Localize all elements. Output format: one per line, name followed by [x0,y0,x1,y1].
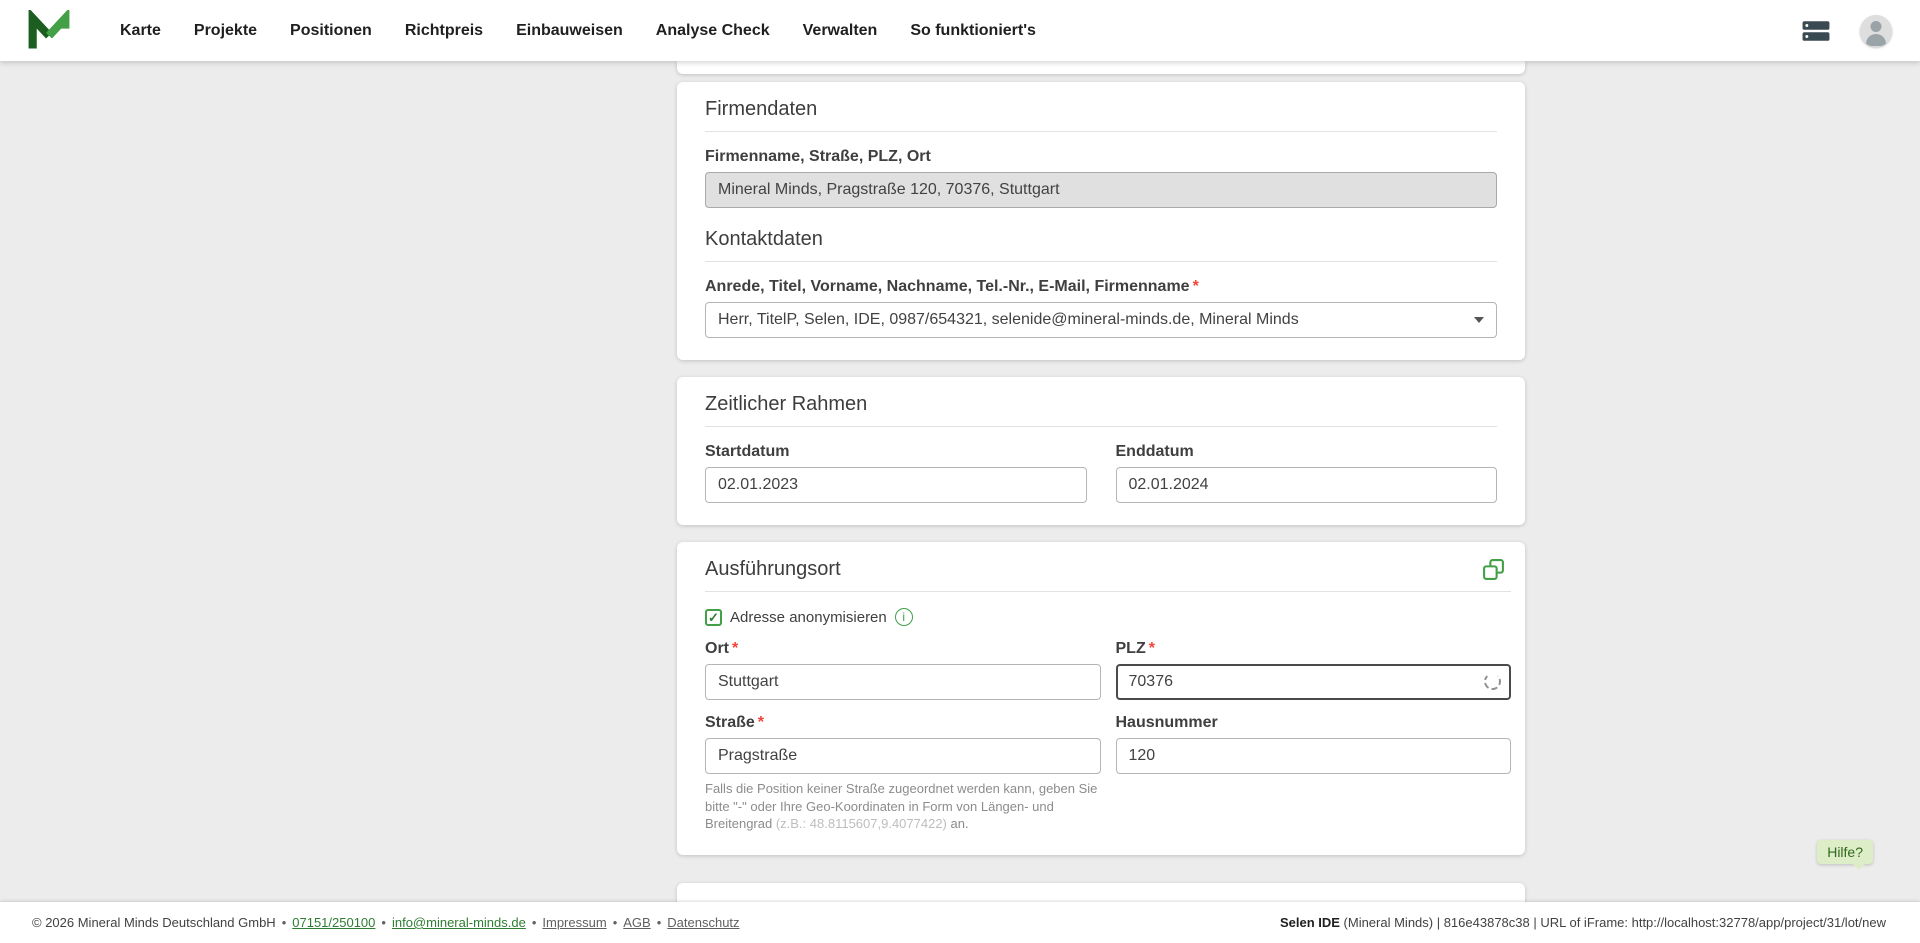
startdatum-input[interactable] [705,467,1087,503]
enddatum-field-group: Enddatum [1115,443,1497,503]
hausnummer-input[interactable] [1115,738,1511,774]
card-zeitlicher-rahmen: Zeitlicher Rahmen Startdatum Enddatum [677,377,1525,525]
app-name: Selen IDE [1279,915,1340,930]
section-title-firmendaten: Firmendaten [705,98,818,120]
copy-icon[interactable] [1482,558,1505,581]
required-asterisk: * [1148,640,1155,657]
section-title-zeitlicher-rahmen: Zeitlicher Rahmen [705,393,868,415]
divider [705,131,1497,132]
startdatum-field-group: Startdatum [705,443,1087,503]
strasse-input[interactable] [705,738,1101,774]
divider [705,261,1497,262]
company-field-label: Firmenname, Straße, PLZ, Ort [705,148,931,165]
enddatum-label: Enddatum [1115,443,1194,460]
company-field [705,172,1497,208]
nav-item-einbauweisen[interactable]: Einbauweisen [516,22,623,40]
kontakt-select-value: Herr, TitelP, Selen, IDE, 0987/654321, s… [718,311,1299,328]
phone-link[interactable]: 07151/250100 [292,915,375,930]
plz-input[interactable] [1115,664,1511,700]
anonymize-row: Adresse anonymisieren i [705,608,1511,626]
startdatum-label: Startdatum [705,443,790,460]
info-icon[interactable]: i [894,608,913,626]
nav-item-karte[interactable]: Karte [120,22,161,40]
main-navigation: Karte Projekte Positionen Richtpreis Ein… [120,22,1036,40]
kontakt-select[interactable]: Herr, TitelP, Selen, IDE, 0987/654321, s… [705,302,1497,338]
card-partial-top [677,61,1525,74]
agb-link[interactable]: AGB [623,915,650,930]
datenschutz-link[interactable]: Datenschutz [667,915,739,930]
nav-item-projekte[interactable]: Projekte [194,22,257,40]
plz-label: PLZ * [1115,640,1155,657]
nav-item-positionen[interactable]: Positionen [290,22,372,40]
impressum-link[interactable]: Impressum [542,915,606,930]
strasse-label: Straße * [705,714,765,731]
help-button[interactable]: Hilfe? [1817,840,1873,870]
main-content: Firmendaten Firmenname, Straße, PLZ, Ort… [0,61,1920,902]
nav-item-richtpreis[interactable]: Richtpreis [405,22,483,40]
ort-input[interactable] [705,664,1101,700]
nav-item-verwalten[interactable]: Verwalten [803,22,878,40]
server-icon[interactable] [1800,20,1832,42]
ort-label: Ort * [705,640,739,657]
card-ausfuehrungsort: Ausführungsort Adresse anonymisieren i O… [677,542,1525,855]
avatar-person-icon [1870,20,1882,32]
mineral-minds-logo-icon[interactable] [28,9,70,52]
required-asterisk: * [1192,278,1199,295]
divider [705,591,1511,592]
chevron-down-icon [1474,317,1484,323]
required-asterisk: * [732,640,739,657]
required-asterisk: * [757,714,765,731]
section-title-kontaktdaten: Kontaktdaten [705,228,823,250]
email-link[interactable]: info@mineral-minds.de [392,915,526,930]
strasse-help-text: Falls die Position keiner Straße zugeord… [705,781,1098,832]
card-partial-bottom [677,882,1525,902]
footer-left: © 2026 Mineral Minds Deutschland GmbH • … [32,915,740,930]
nav-item-analyse-check[interactable]: Analyse Check [656,22,770,40]
user-avatar[interactable] [1860,14,1892,47]
footer: © 2026 Mineral Minds Deutschland GmbH • … [0,902,1920,943]
enddatum-input[interactable] [1115,467,1497,503]
kontakt-field-label: Anrede, Titel, Vorname, Nachname, Tel.-N… [705,278,1199,295]
footer-status-text: Selen IDE (Mineral Minds) | 816e43878c38… [1279,915,1886,930]
section-title-ausfuehrungsort: Ausführungsort [705,558,841,580]
anonymize-label: Adresse anonymisieren [730,608,887,626]
top-navbar: Karte Projekte Positionen Richtpreis Ein… [0,0,1920,61]
plz-field-group: PLZ * [1115,640,1511,700]
anonymize-checkbox[interactable] [705,608,722,626]
geo-coords-example: (z.B.: 48.8115607,9.4077422) [775,816,947,832]
divider [705,426,1497,427]
copyright-text: © 2026 Mineral Minds Deutschland GmbH [32,915,276,930]
loading-spinner-icon [1484,673,1501,690]
card-firmendaten: Firmendaten Firmenname, Straße, PLZ, Ort… [677,82,1525,360]
hausnummer-field-group: Hausnummer [1115,714,1511,833]
ort-field-group: Ort * [705,640,1101,700]
nav-item-so-funktionierts[interactable]: So funktioniert's [910,22,1036,40]
hausnummer-label: Hausnummer [1115,714,1218,731]
strasse-field-group: Straße* Falls die Position keiner Straße… [705,714,1101,833]
